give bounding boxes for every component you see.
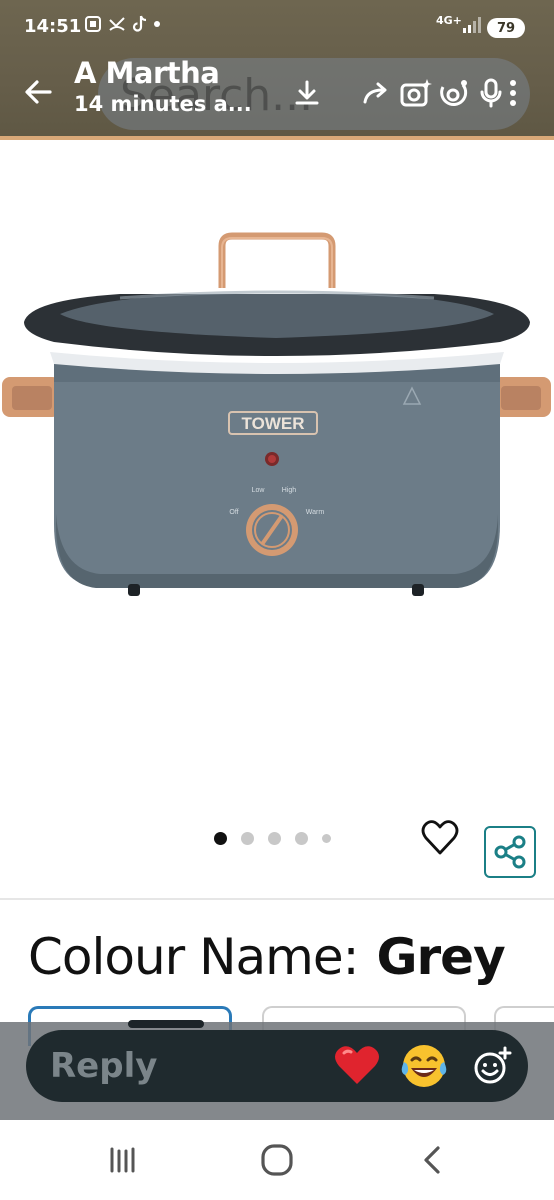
status-time: 14:51 <box>24 16 82 37</box>
home-button[interactable] <box>253 1136 301 1184</box>
download-icon <box>295 80 319 105</box>
share-icon <box>494 835 526 869</box>
sheet-handle[interactable] <box>128 1020 204 1028</box>
more-options-button[interactable] <box>503 76 523 110</box>
status-more-dot <box>154 21 160 27</box>
more-vertical-icon <box>510 80 516 106</box>
carousel-dot[interactable] <box>241 832 254 845</box>
forward-share-icon <box>363 82 387 104</box>
nav-back-button[interactable] <box>408 1136 456 1184</box>
reply-placeholder: Reply <box>50 1046 158 1086</box>
recent-apps-icon <box>110 1147 135 1173</box>
heart-emoji-icon[interactable] <box>334 1044 380 1086</box>
dial-label-warm: Warm <box>306 509 325 516</box>
share-button[interactable] <box>484 826 536 878</box>
signal-icon <box>463 17 481 33</box>
camera-sparkle-icon <box>400 79 432 107</box>
product-image-carousel[interactable]: TOWER Low High Off Warm <box>0 144 554 884</box>
dial-label-high: High <box>282 487 297 494</box>
story-timestamp: 14 minutes a... <box>74 92 252 116</box>
camera-effects-button[interactable] <box>399 76 433 110</box>
dial-label-off: Off <box>229 509 238 516</box>
carousel-dot[interactable] <box>295 832 308 845</box>
brand-logo-text: TOWER <box>242 414 305 433</box>
home-icon <box>261 1144 293 1176</box>
battery-indicator: 79 <box>487 18 525 38</box>
story-title-block: A Martha 14 minutes a... <box>74 56 252 116</box>
forward-button[interactable] <box>360 76 394 110</box>
status-bar: 14:51 4G+ 79 <box>0 10 554 44</box>
missed-call-icon <box>109 17 125 31</box>
download-button[interactable] <box>290 76 324 110</box>
status-notification-icons <box>84 15 160 33</box>
tiktok-icon <box>132 15 147 32</box>
dial-label-low: Low <box>252 487 266 494</box>
nav-back-icon <box>424 1146 440 1174</box>
laughing-tears-emoji-icon[interactable] <box>400 1042 448 1090</box>
section-divider <box>0 898 554 900</box>
carousel-indicator[interactable] <box>214 832 331 845</box>
recent-apps-button[interactable] <box>98 1136 146 1184</box>
back-arrow-icon <box>25 80 52 104</box>
mic-icon <box>480 78 502 108</box>
add-emoji-icon[interactable] <box>472 1046 512 1086</box>
story-author: A Martha <box>74 56 220 90</box>
colour-name-row: Colour Name: Grey <box>28 928 506 986</box>
screenshot-icon <box>85 16 101 32</box>
colour-value: Grey <box>376 928 505 986</box>
back-button[interactable] <box>20 74 56 110</box>
carousel-dot[interactable] <box>268 832 281 845</box>
carousel-dot[interactable] <box>214 832 227 845</box>
wishlist-button[interactable] <box>420 818 460 858</box>
carousel-dot[interactable] <box>322 834 331 843</box>
network-type: 4G+ <box>436 14 462 27</box>
lens-button[interactable] <box>437 76 471 110</box>
lens-icon <box>440 80 468 106</box>
slow-cooker-image: TOWER Low High Off Warm <box>2 232 551 596</box>
colour-label: Colour Name: <box>28 928 359 986</box>
heart-outline-icon <box>421 820 459 855</box>
